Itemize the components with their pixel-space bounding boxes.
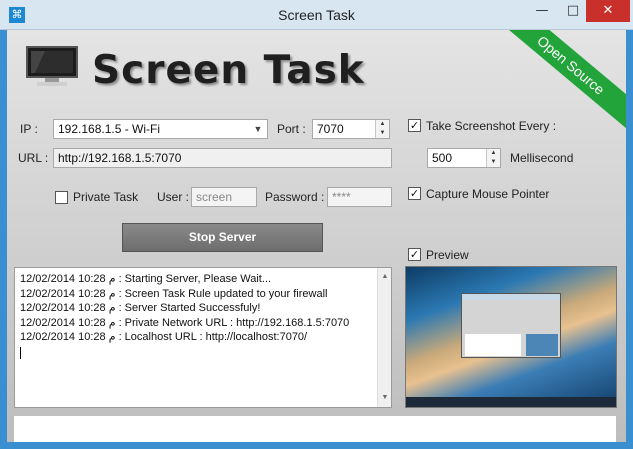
- close-button[interactable]: ✕: [586, 0, 630, 22]
- ip-select-value: 192.168.1.5 - Wi-Fi: [58, 122, 161, 136]
- port-stepper[interactable]: ▲ ▼: [375, 120, 389, 138]
- log-line: 12/02/2014 10:28 م : Screen Task Rule up…: [20, 287, 328, 300]
- text-caret: [20, 346, 21, 359]
- log-line: 12/02/2014 10:28 م : Server Started Succ…: [20, 302, 261, 314]
- capture-pointer-label: Capture Mouse Pointer: [426, 187, 550, 201]
- scroll-up-icon[interactable]: ▲: [378, 270, 392, 285]
- log-line: 12/02/2014 10:28 م : Private Network URL…: [20, 316, 350, 329]
- private-task-label: Private Task: [73, 190, 139, 204]
- preview-taskbar: [406, 397, 616, 407]
- take-screenshot-label: Take Screenshot Every :: [426, 119, 557, 133]
- minimize-button[interactable]: —: [528, 0, 556, 22]
- preview-thumbnail: [526, 334, 558, 356]
- private-task-checkbox[interactable]: [55, 191, 68, 204]
- password-input[interactable]: ****: [327, 187, 392, 207]
- ip-select[interactable]: 192.168.1.5 - Wi-Fi ▼: [53, 119, 268, 139]
- take-screenshot-checkbox[interactable]: ✓: [408, 119, 421, 132]
- arrow-down-icon[interactable]: ▼: [487, 158, 500, 167]
- interval-value: 500: [432, 151, 453, 165]
- arrow-down-icon[interactable]: ▼: [376, 129, 389, 138]
- log-textarea[interactable]: 12/02/2014 10:28 م : Starting Server, Pl…: [14, 267, 392, 408]
- port-label: Port :: [277, 122, 306, 136]
- ip-label: IP :: [20, 122, 38, 136]
- preview-label: Preview: [426, 248, 469, 262]
- status-bar: [14, 416, 616, 442]
- main-panel: Screen Task Open Source IP : 192.168.1.5…: [7, 30, 626, 442]
- url-label: URL :: [18, 151, 49, 165]
- log-scrollbar[interactable]: ▲ ▼: [377, 268, 391, 407]
- capture-pointer-checkbox[interactable]: ✓: [408, 187, 421, 200]
- interval-stepper[interactable]: ▲ ▼: [486, 149, 500, 167]
- stop-server-button[interactable]: Stop Server: [122, 223, 323, 252]
- log-line: 12/02/2014 10:28 م : Starting Server, Pl…: [20, 273, 272, 285]
- user-label: User :: [157, 190, 190, 204]
- password-label: Password :: [265, 190, 325, 204]
- arrow-up-icon[interactable]: ▲: [376, 120, 389, 129]
- url-field[interactable]: http://192.168.1.5:7070: [53, 148, 392, 168]
- app-window: ⌘ Screen Task — □ ✕ Screen Task Open Sou…: [0, 0, 633, 449]
- preview-image: [405, 266, 617, 408]
- title-bar[interactable]: ⌘ Screen Task — □ ✕: [0, 0, 633, 30]
- preview-app-window: [461, 293, 561, 358]
- port-value: 7070: [317, 122, 344, 136]
- scroll-down-icon[interactable]: ▼: [378, 391, 392, 406]
- monitor-logo-icon: [26, 46, 78, 86]
- interval-unit-label: Mellisecond: [510, 151, 574, 165]
- preview-title-bar: [462, 294, 560, 300]
- maximize-button[interactable]: □: [559, 0, 587, 22]
- port-input[interactable]: 7070 ▲ ▼: [312, 119, 390, 139]
- log-line: 12/02/2014 10:28 م : Localhost URL : htt…: [20, 331, 308, 343]
- chevron-down-icon: ▼: [253, 124, 263, 134]
- preview-checkbox[interactable]: ✓: [408, 248, 421, 261]
- logo-text: Screen Task: [92, 48, 365, 93]
- user-input[interactable]: screen: [191, 187, 257, 207]
- preview-log: [465, 334, 521, 356]
- interval-input[interactable]: 500 ▲ ▼: [427, 148, 501, 168]
- arrow-up-icon[interactable]: ▲: [487, 149, 500, 158]
